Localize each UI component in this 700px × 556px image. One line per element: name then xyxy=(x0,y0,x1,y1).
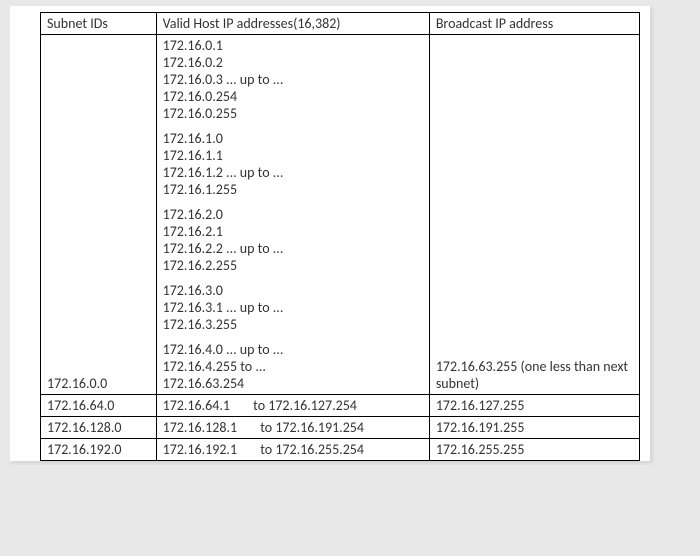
col-valid-header: Valid Host IP addresses(16,382) xyxy=(156,13,429,35)
range-from: 172.16.128.1 xyxy=(163,419,237,436)
ip-line: 172.16.63.254 xyxy=(163,375,423,392)
subnet-table: Subnet IDs Valid Host IP addresses(16,38… xyxy=(40,12,640,461)
ip-line: 172.16.1.2 ... up to ... xyxy=(163,164,423,181)
subnet-id-cell: 172.16.192.0 xyxy=(41,439,157,461)
ip-line: 172.16.2.255 xyxy=(163,257,423,274)
broadcast-cell: 172.16.63.255 (one less than next subnet… xyxy=(429,35,639,395)
valid-hosts-cell: 172.16.0.1 172.16.0.2 172.16.0.3 ... up … xyxy=(156,35,429,395)
subnet-id-cell: 172.16.64.0 xyxy=(41,395,157,417)
ip-line: 172.16.2.1 xyxy=(163,223,423,240)
table-row: 172.16.192.0 172.16.192.1 to 172.16.255.… xyxy=(41,439,640,461)
broadcast-cell: 172.16.255.255 xyxy=(429,439,639,461)
range-to: to 172.16.127.254 xyxy=(253,397,357,414)
subnet-id-cell: 172.16.0.0 xyxy=(41,35,157,395)
ip-line: 172.16.0.254 xyxy=(163,88,423,105)
valid-hosts-cell: 172.16.192.1 to 172.16.255.254 xyxy=(156,439,429,461)
ip-line: 172.16.1.0 xyxy=(163,130,423,147)
col-subnet-header: Subnet IDs xyxy=(41,13,157,35)
table-header-row: Subnet IDs Valid Host IP addresses(16,38… xyxy=(41,13,640,35)
range-from: 172.16.64.1 xyxy=(163,397,230,414)
ip-line: 172.16.0.3 ... up to ... xyxy=(163,71,423,88)
ip-line: 172.16.1.255 xyxy=(163,181,423,198)
table-row: 172.16.64.0 172.16.64.1 to 172.16.127.25… xyxy=(41,395,640,417)
ip-line: 172.16.4.255 to ... xyxy=(163,358,423,375)
document-page: Subnet IDs Valid Host IP addresses(16,38… xyxy=(10,6,650,461)
valid-hosts-cell: 172.16.128.1 to 172.16.191.254 xyxy=(156,417,429,439)
ip-line: 172.16.3.1 ... up to ... xyxy=(163,299,423,316)
ip-line: 172.16.0.2 xyxy=(163,54,423,71)
ip-line: 172.16.2.2 ... up to ... xyxy=(163,240,423,257)
ip-line: 172.16.3.255 xyxy=(163,316,423,333)
valid-hosts-cell: 172.16.64.1 to 172.16.127.254 xyxy=(156,395,429,417)
table-row: 172.16.128.0 172.16.128.1 to 172.16.191.… xyxy=(41,417,640,439)
col-broadcast-header: Broadcast IP address xyxy=(429,13,639,35)
range-to: to 172.16.255.254 xyxy=(260,441,364,458)
table-row: 172.16.0.0 172.16.0.1 172.16.0.2 172.16.… xyxy=(41,35,640,395)
ip-line: 172.16.2.0 xyxy=(163,206,423,223)
ip-line: 172.16.3.0 xyxy=(163,282,423,299)
broadcast-cell: 172.16.191.255 xyxy=(429,417,639,439)
range-from: 172.16.192.1 xyxy=(163,441,237,458)
ip-line: 172.16.4.0 ... up to ... xyxy=(163,341,423,358)
broadcast-cell: 172.16.127.255 xyxy=(429,395,639,417)
ip-line: 172.16.0.255 xyxy=(163,105,423,122)
ip-line: 172.16.1.1 xyxy=(163,147,423,164)
range-to: to 172.16.191.254 xyxy=(260,419,364,436)
subnet-id-cell: 172.16.128.0 xyxy=(41,417,157,439)
ip-line: 172.16.0.1 xyxy=(163,37,423,54)
